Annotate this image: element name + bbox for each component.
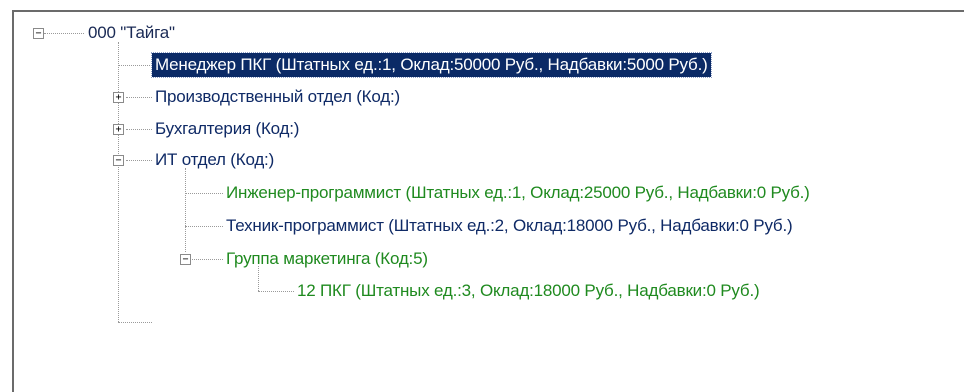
- tree-node-label: Менеджер ПКГ (Штатных ед.:1, Оклад:50000…: [151, 52, 712, 78]
- node-connector-line: [126, 97, 152, 98]
- tree-node-manager-pkg[interactable]: Менеджер ПКГ (Штатных ед.:1, Оклад:50000…: [151, 52, 712, 78]
- tree-node-label: 000 "Тайга": [88, 23, 175, 42]
- node-connector-line: [118, 65, 152, 66]
- node-connector-line: [258, 291, 294, 292]
- collapse-it-dept-icon[interactable]: −: [113, 155, 124, 166]
- tree-node-software-technician[interactable]: Техник-программист (Штатных ед.:2, Оклад…: [223, 214, 795, 238]
- tree-node-accounting[interactable]: Бухгалтерия (Код:): [152, 117, 302, 141]
- tree-node-root[interactable]: 000 "Тайга": [85, 21, 178, 45]
- collapse-marketing-icon[interactable]: −: [180, 254, 191, 265]
- tree-node-label: Техник-программист (Штатных ед.:2, Оклад…: [226, 216, 793, 235]
- tree-node-label: 12 ПКГ (Штатных ед.:3, Оклад:18000 Руб.,…: [297, 281, 760, 300]
- node-connector-line: [185, 193, 223, 194]
- node-connector-line: [126, 129, 152, 130]
- tree-node-label: Бухгалтерия (Код:): [155, 119, 300, 138]
- tree-node-it-dept[interactable]: ИТ отдел (Код:): [152, 148, 277, 172]
- tree-node-marketing-group[interactable]: Группа маркетинга (Код:5): [223, 247, 431, 271]
- tree-node-label: Инженер-программист (Штатных ед.:1, Окла…: [226, 183, 810, 202]
- root-connector-line: [118, 42, 119, 322]
- expand-production-icon[interactable]: +: [113, 92, 124, 103]
- expand-accounting-icon[interactable]: +: [113, 124, 124, 135]
- node-connector-line: [192, 259, 223, 260]
- tree-node-label: Группа маркетинга (Код:5): [226, 249, 428, 268]
- tree-node-12-pkg[interactable]: 12 ПКГ (Штатных ед.:3, Оклад:18000 Руб.,…: [294, 279, 762, 303]
- collapse-root-icon[interactable]: −: [33, 28, 44, 39]
- node-connector-line: [185, 226, 223, 227]
- node-connector-line: [126, 160, 152, 161]
- tree-node-label: Производственный отдел (Код:): [155, 87, 400, 106]
- it-dept-connector-line: [185, 168, 186, 252]
- root-branch-line: [44, 33, 84, 34]
- tree-node-production-dept[interactable]: Производственный отдел (Код:): [152, 85, 403, 109]
- tree-node-label: ИТ отдел (Код:): [155, 150, 275, 169]
- tree-node-software-engineer[interactable]: Инженер-программист (Штатных ед.:1, Окла…: [223, 181, 813, 205]
- node-connector-line: [118, 322, 152, 323]
